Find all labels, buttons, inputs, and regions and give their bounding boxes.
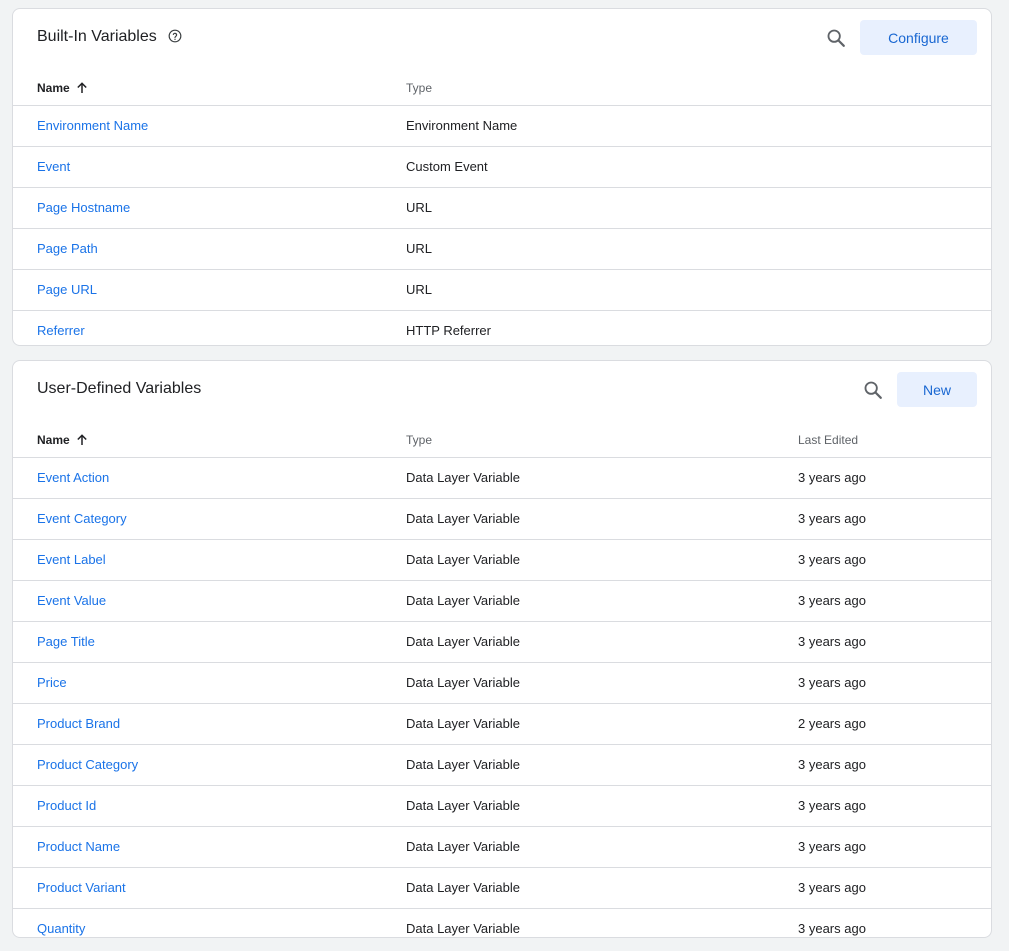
variable-name-link[interactable]: Page Path [37,229,98,269]
user-defined-variables-title: User-Defined Variables [37,380,202,397]
name-column-header[interactable]: Name [37,81,88,95]
variable-name-link[interactable]: Event Category [37,499,127,539]
built-in-variables-title: Built-In Variables [37,28,157,45]
table-row[interactable]: Event Label Data Layer Variable 3 years … [13,540,991,581]
variable-type: Data Layer Variable [406,716,520,731]
table-row[interactable]: Quantity Data Layer Variable 3 years ago [13,909,991,937]
last-edited: 3 years ago [798,511,866,526]
last-edited: 3 years ago [798,757,866,772]
last-edited: 3 years ago [798,552,866,567]
name-column-header[interactable]: Name [37,433,88,447]
variable-name-link[interactable]: Product Category [37,745,138,785]
variable-type: Environment Name [406,118,518,133]
last-edited: 3 years ago [798,470,866,485]
variable-type: Data Layer Variable [406,839,520,854]
variable-name-link[interactable]: Referrer [37,311,85,345]
variable-type: Data Layer Variable [406,470,520,485]
variable-name-link[interactable]: Environment Name [37,106,148,146]
name-column-label: Name [37,81,70,95]
last-edited: 3 years ago [798,675,866,690]
table-row[interactable]: Event Action Data Layer Variable 3 years… [13,458,991,499]
variable-name-link[interactable]: Product Brand [37,704,120,744]
built-in-table-body: Environment Name Environment Name Event … [13,106,991,345]
variable-type: Data Layer Variable [406,757,520,772]
user-defined-table-body: Event Action Data Layer Variable 3 years… [13,458,991,937]
user-defined-table-header: Name Type Last Edited [13,421,991,458]
table-row[interactable]: Event Value Data Layer Variable 3 years … [13,581,991,622]
variable-type: Data Layer Variable [406,593,520,608]
user-defined-variables-header: User-Defined Variables New [13,361,991,421]
last-edited: 3 years ago [798,880,866,895]
variable-name-link[interactable]: Product Name [37,827,120,867]
table-row[interactable]: Product Category Data Layer Variable 3 y… [13,745,991,786]
variable-type: Data Layer Variable [406,634,520,649]
search-icon[interactable] [862,379,884,401]
variable-type: HTTP Referrer [406,323,491,338]
user-defined-variables-card: User-Defined Variables New Name Type Las… [12,360,992,938]
variable-name-link[interactable]: Price [37,663,67,703]
table-row[interactable]: Referrer HTTP Referrer [13,311,991,345]
variable-name-link[interactable]: Event Label [37,540,106,580]
table-row[interactable]: Product Id Data Layer Variable 3 years a… [13,786,991,827]
table-row[interactable]: Product Brand Data Layer Variable 2 year… [13,704,991,745]
variable-type: Data Layer Variable [406,552,520,567]
new-variable-button[interactable]: New [897,372,977,407]
variable-name-link[interactable]: Page URL [37,270,97,310]
table-row[interactable]: Environment Name Environment Name [13,106,991,147]
type-column-header: Type [406,81,433,95]
name-column-label: Name [37,433,70,447]
variable-name-link[interactable]: Product Variant [37,868,126,908]
built-in-table-header: Name Type [13,69,991,106]
variable-name-link[interactable]: Page Hostname [37,188,130,228]
variable-type: Custom Event [406,159,488,174]
variable-type: URL [406,241,433,256]
variable-type: Data Layer Variable [406,511,520,526]
last-edited: 2 years ago [798,716,866,731]
variable-type: Data Layer Variable [406,880,520,895]
table-row[interactable]: Price Data Layer Variable 3 years ago [13,663,991,704]
variable-name-link[interactable]: Event [37,147,70,187]
table-row[interactable]: Page URL URL [13,270,991,311]
table-row[interactable]: Page Path URL [13,229,991,270]
variable-type: Data Layer Variable [406,921,520,936]
sort-arrow-up-icon [76,82,87,93]
variable-type: URL [406,200,433,215]
last-edited: 3 years ago [798,634,866,649]
variable-type: URL [406,282,433,297]
table-row[interactable]: Product Name Data Layer Variable 3 years… [13,827,991,868]
sort-arrow-up-icon [76,434,87,445]
last-edited: 3 years ago [798,593,866,608]
variable-name-link[interactable]: Page Title [37,622,95,662]
search-icon[interactable] [825,27,847,49]
table-row[interactable]: Product Variant Data Layer Variable 3 ye… [13,868,991,909]
configure-button[interactable]: Configure [860,20,977,55]
variable-type: Data Layer Variable [406,798,520,813]
table-row[interactable]: Event Custom Event [13,147,991,188]
last-edited: 3 years ago [798,839,866,854]
last-edited: 3 years ago [798,921,866,936]
built-in-variables-header: Built-In Variables Configure [13,9,991,69]
last-edited: 3 years ago [798,798,866,813]
table-row[interactable]: Event Category Data Layer Variable 3 yea… [13,499,991,540]
variable-name-link[interactable]: Event Action [37,458,109,498]
variable-name-link[interactable]: Quantity [37,909,85,937]
type-column-header: Type [406,433,433,447]
last-edited-column-header: Last Edited [798,433,859,447]
table-row[interactable]: Page Hostname URL [13,188,991,229]
help-circle-icon[interactable] [168,29,182,43]
variable-type: Data Layer Variable [406,675,520,690]
variable-name-link[interactable]: Product Id [37,786,96,826]
variable-name-link[interactable]: Event Value [37,581,106,621]
built-in-variables-card: Built-In Variables Configure Name Type E… [12,8,992,346]
table-row[interactable]: Page Title Data Layer Variable 3 years a… [13,622,991,663]
